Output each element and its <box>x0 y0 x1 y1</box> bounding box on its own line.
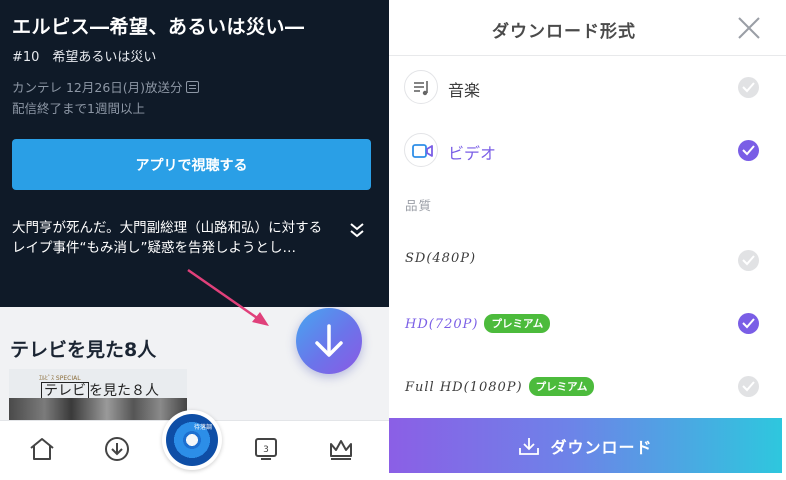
watch-in-app-button[interactable]: アプリで視聴する <box>12 139 371 190</box>
thumb-people-image <box>9 398 187 420</box>
thumb-title: テレビ を見た８人 <box>41 380 159 400</box>
screen: エルピス―希望、あるいは災い― #10 希望あるいは災い カンテレ 12月26日… <box>0 0 786 480</box>
crown-icon[interactable] <box>327 436 355 462</box>
thumb-title-rest: を見た８人 <box>89 383 159 399</box>
broadcast-text: カンテレ 12月26日(月)放送分 <box>12 80 183 95</box>
premium-badge: プレミアム <box>484 314 551 333</box>
home-icon[interactable] <box>28 436 56 462</box>
expire-info: 配信終了まで1週間以上 <box>12 101 145 116</box>
music-disc-button[interactable]: 待落調 <box>162 410 222 470</box>
disc-label: 待落調 <box>194 424 213 431</box>
download-arrow-icon <box>315 324 343 357</box>
quality-sd[interactable]: SD(480P) <box>405 251 476 266</box>
show-title: エルピス―希望、あるいは災い― <box>12 16 305 38</box>
annotation-arrow <box>187 268 269 326</box>
section-title: テレビを見た8人 <box>10 339 157 361</box>
option-video-check[interactable] <box>738 140 759 161</box>
caption-icon <box>185 81 199 93</box>
close-icon[interactable] <box>737 16 761 40</box>
download-nav-icon[interactable] <box>103 436 131 462</box>
option-video-label[interactable]: ビデオ <box>448 140 496 164</box>
tv-icon[interactable]: 3 <box>252 436 280 462</box>
panel-header: ダウンロード形式 <box>389 0 786 56</box>
quality-fullhd-label: Full HD(1080P) <box>405 380 523 395</box>
expand-chevron-icon[interactable] <box>348 221 366 239</box>
quality-sd-label: SD(480P) <box>405 251 477 266</box>
download-icon <box>519 437 540 455</box>
tv-icon-number: 3 <box>263 445 269 455</box>
related-thumbnail[interactable]: ｴﾙﾋﾟｽ SPECIAL テレビ を見た８人 <box>9 369 187 420</box>
download-button[interactable]: ダウンロード <box>389 418 782 473</box>
quality-hd-label: HD(720P) <box>405 317 479 332</box>
program-detail-panel: エルピス―希望、あるいは災い― #10 希望あるいは災い カンテレ 12月26日… <box>0 0 389 480</box>
download-format-panel: ダウンロード形式 音楽 ビデオ 品質 SD(480P) HD(720P) プレミ… <box>389 0 786 480</box>
quality-heading: 品質 <box>405 198 433 213</box>
disc-artwork: 待落調 <box>166 414 218 466</box>
synopsis-line-2: レイプ事件“もみ消し”疑惑を告発しようとし… <box>12 240 296 256</box>
quality-hd[interactable]: HD(720P) プレミアム <box>405 314 551 333</box>
episode-title: #10 希望あるいは災い <box>12 50 157 65</box>
synopsis[interactable]: 大門亨が死んだ。大門副総理（山路和弘）に対する レイプ事件“もみ消し”疑惑を告発… <box>12 218 332 258</box>
quality-sd-check[interactable] <box>738 250 759 271</box>
quality-fullhd-check[interactable] <box>738 376 759 397</box>
download-fab-button[interactable] <box>296 308 362 374</box>
panel-title: ダウンロード形式 <box>492 22 636 42</box>
option-music-check[interactable] <box>738 77 759 98</box>
broadcast-info: カンテレ 12月26日(月)放送分 <box>12 77 199 96</box>
synopsis-line-1: 大門亨が死んだ。大門副総理（山路和弘）に対する <box>12 220 323 236</box>
option-music-label[interactable]: 音楽 <box>448 77 480 101</box>
download-button-label: ダウンロード <box>550 437 653 457</box>
premium-badge: プレミアム <box>528 377 595 396</box>
quality-fullhd[interactable]: Full HD(1080P) プレミアム <box>405 377 595 396</box>
music-list-icon <box>404 70 438 104</box>
video-camera-icon <box>404 133 438 167</box>
quality-hd-check[interactable] <box>738 313 759 334</box>
